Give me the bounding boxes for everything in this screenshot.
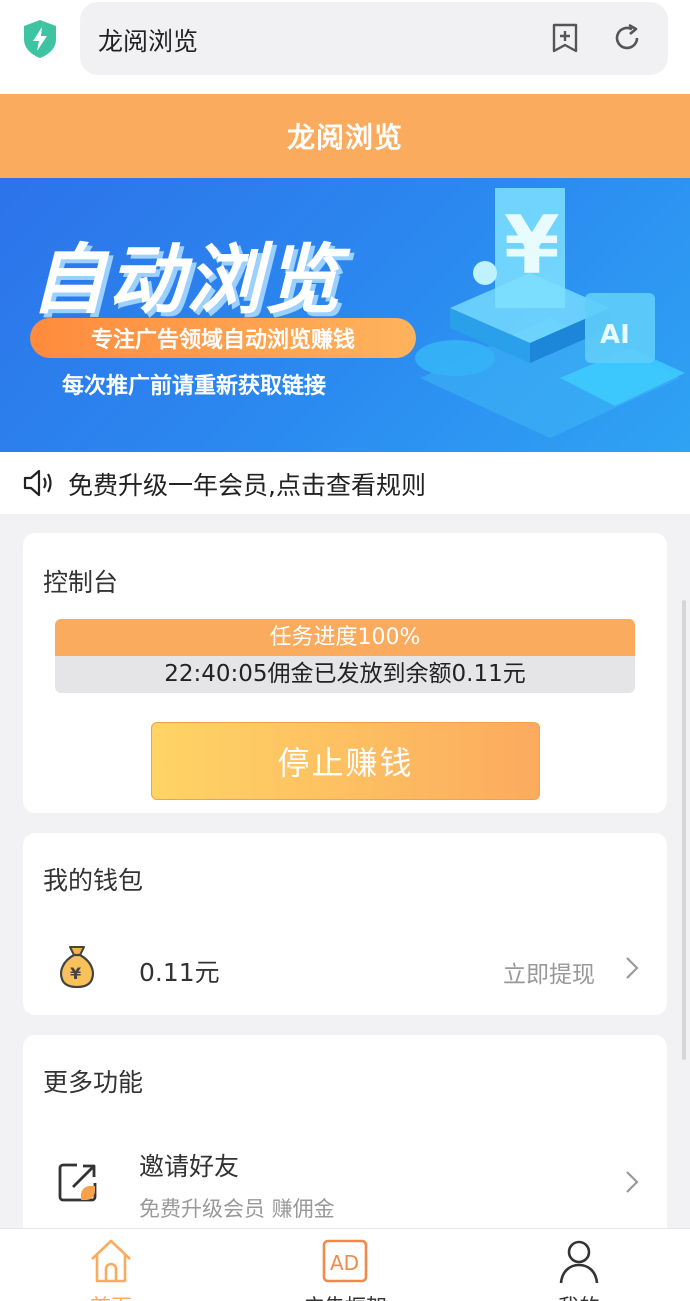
home-icon	[91, 1239, 131, 1283]
invite-friends-subtitle: 免费升级会员 赚佣金	[139, 1197, 335, 1221]
chevron-right-icon[interactable]	[625, 1170, 639, 1194]
browser-toolbar: 龙阅浏览	[0, 0, 690, 94]
nav-ad-frame[interactable]: AD 广告框架	[275, 1229, 415, 1301]
ad-icon: AD	[322, 1239, 368, 1283]
notice-text[interactable]: 免费升级一年会员,点击查看规则	[68, 466, 426, 502]
progress-label: 任务进度100%	[269, 625, 421, 650]
page-header: 龙阅浏览	[0, 94, 690, 178]
notice-bar[interactable]: 免费升级一年会员,点击查看规则	[0, 452, 690, 514]
banner-pill-text: 专注广告领域自动浏览赚钱	[90, 328, 355, 353]
banner-illustration: ¥ AI	[415, 188, 685, 438]
more-functions-title: 更多功能	[43, 1068, 144, 1097]
nav-profile-label: 我的	[509, 1291, 649, 1301]
share-icon	[58, 1163, 97, 1202]
refresh-icon[interactable]	[612, 23, 642, 53]
wallet-card: 我的钱包 ¥ 0.11元 立即提现	[23, 833, 667, 1015]
banner-subtext: 每次推广前请重新获取链接	[62, 374, 327, 399]
stop-earning-button[interactable]: 停止赚钱	[151, 722, 540, 800]
banner-pill: 专注广告领域自动浏览赚钱	[30, 318, 416, 358]
wallet-title: 我的钱包	[43, 866, 144, 895]
money-bag-icon: ¥	[59, 946, 95, 989]
promo-banner[interactable]: 自动浏览 专注广告领域自动浏览赚钱 每次推广前请重新获取链接 ¥ AI	[0, 178, 690, 452]
stop-earning-label: 停止赚钱	[277, 744, 414, 782]
invite-friends-title[interactable]: 邀请好友	[139, 1147, 239, 1183]
nav-profile[interactable]: 我的	[509, 1229, 649, 1301]
user-icon	[559, 1240, 599, 1284]
nav-ad-frame-label: 广告框架	[275, 1291, 415, 1301]
svg-text:AD: AD	[330, 1251, 359, 1275]
wallet-balance: 0.11元	[139, 958, 220, 987]
console-title: 控制台	[43, 568, 119, 597]
svg-text:AI: AI	[600, 320, 630, 350]
nav-home[interactable]: 首页	[41, 1229, 181, 1301]
console-card: 控制台 任务进度100% 22:40:05佣金已发放到余额0.11元 停止赚钱	[23, 533, 667, 813]
page-title: 龙阅浏览	[286, 121, 403, 154]
bottom-navigation: 首页 AD 广告框架 我的	[0, 1228, 690, 1301]
withdraw-link[interactable]: 立即提现	[503, 955, 595, 989]
scrollbar[interactable]	[682, 600, 686, 1060]
speaker-icon	[23, 469, 52, 497]
banner-headline: 自动浏览	[30, 235, 342, 324]
task-progress: 任务进度100% 22:40:05佣金已发放到余额0.11元	[55, 619, 635, 693]
svg-text:¥: ¥	[70, 964, 81, 983]
nav-home-label: 首页	[41, 1291, 181, 1301]
address-bar-text[interactable]: 龙阅浏览	[98, 22, 198, 58]
address-bar[interactable]: 龙阅浏览	[80, 2, 668, 75]
progress-message: 22:40:05佣金已发放到余额0.11元	[164, 661, 526, 687]
shield-bolt-icon[interactable]	[22, 19, 58, 59]
chevron-right-icon[interactable]	[625, 956, 639, 980]
bookmark-add-icon[interactable]	[550, 23, 580, 53]
svg-text:¥: ¥	[504, 199, 560, 292]
